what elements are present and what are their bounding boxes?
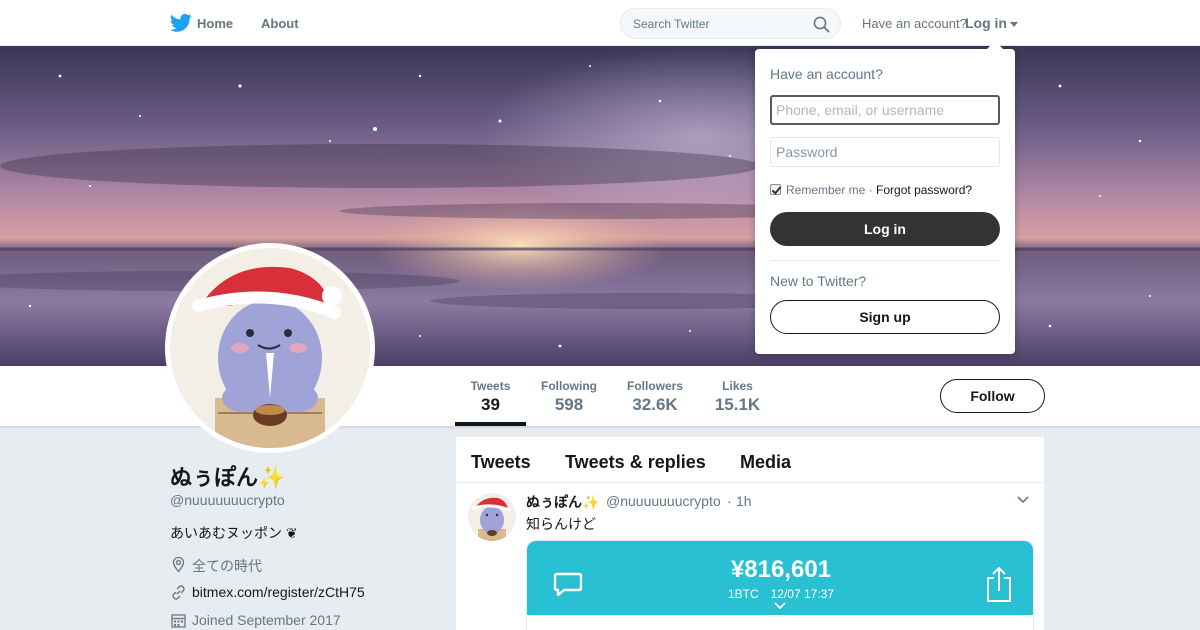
- stat-label: Likes: [722, 379, 753, 393]
- login-button[interactable]: Log in: [770, 212, 1000, 246]
- nav-home-link[interactable]: Home: [197, 16, 233, 31]
- profile-handle[interactable]: @nuuuuuuucrypto: [170, 492, 285, 508]
- stat-value: 32.6K: [632, 395, 678, 414]
- stat-label: Following: [541, 379, 597, 393]
- calendar-icon: [171, 614, 186, 628]
- timeline: Tweets Tweets & replies Media ぬぅぽん✨ @nuu…: [456, 437, 1044, 630]
- stat-label: Tweets: [470, 379, 511, 393]
- location-text: 全ての時代: [192, 558, 262, 574]
- caret-down-icon: [1010, 21, 1018, 27]
- card-amount: ¥816,601: [730, 556, 832, 583]
- tab-media[interactable]: Media: [740, 452, 791, 473]
- tweet[interactable]: ぬぅぽん✨ @nuuuuuuucrypto · 1h 知らんけど ¥816,60…: [456, 483, 1044, 630]
- stat-value: 15.1K: [714, 395, 761, 414]
- timeline-tabs: Tweets Tweets & replies Media: [456, 437, 1044, 483]
- tweet-avatar[interactable]: [468, 493, 516, 541]
- login-toggle-label: Log in: [965, 15, 1007, 31]
- password-field[interactable]: [770, 137, 1000, 167]
- remember-me-checkbox[interactable]: [770, 184, 781, 195]
- tweet-author-name[interactable]: ぬぅぽん✨: [526, 492, 599, 512]
- tab-tweets-and-replies[interactable]: Tweets & replies: [565, 452, 706, 473]
- stat-tweets[interactable]: Tweets 39: [455, 366, 526, 426]
- stat-followers[interactable]: Followers 32.6K: [623, 366, 687, 426]
- link-icon: [172, 585, 185, 600]
- tab-tweets[interactable]: Tweets: [471, 452, 531, 473]
- signup-button[interactable]: Sign up: [770, 300, 1000, 334]
- stat-value: 39: [481, 395, 500, 414]
- tweet-separator: ·: [727, 493, 732, 509]
- remember-separator: ·: [868, 183, 873, 197]
- card-subtitle: 1BTC 12/07 17:37: [727, 587, 835, 601]
- search-icon[interactable]: [813, 16, 830, 33]
- twitter-bird-icon[interactable]: [170, 13, 192, 33]
- stat-following[interactable]: Following 598: [537, 366, 601, 426]
- remember-me-row: Remember me · Forgot password?: [770, 183, 972, 197]
- chevron-down-icon[interactable]: [1016, 495, 1030, 505]
- stat-label: Followers: [626, 379, 683, 393]
- new-to-twitter-text: New to Twitter?: [770, 273, 867, 289]
- profile-name: ぬぅぽん✨: [170, 465, 286, 490]
- tweet-media-card[interactable]: ¥816,601 1BTC 12/07 17:37: [526, 540, 1034, 630]
- profile-avatar[interactable]: [165, 243, 375, 453]
- url-text[interactable]: bitmex.com/register/zCtH75: [192, 584, 365, 600]
- card-lower-panel: [527, 615, 1033, 630]
- share-icon: [987, 566, 1011, 602]
- stat-likes[interactable]: Likes 15.1K: [708, 366, 767, 426]
- chevron-down-icon: [774, 602, 786, 610]
- divider: [770, 260, 1000, 261]
- tweet-timestamp[interactable]: 1h: [736, 493, 752, 509]
- tweet-avatar-image: [468, 493, 516, 541]
- remember-me-label[interactable]: Remember me: [786, 183, 865, 197]
- nav-about-link[interactable]: About: [261, 16, 299, 31]
- forgot-password-link[interactable]: Forgot password?: [876, 183, 972, 197]
- avatar-santa-creature-image: [170, 248, 370, 448]
- top-navigation-bar: Home About Have an account? Log in: [0, 0, 1200, 46]
- search-input[interactable]: [633, 15, 808, 33]
- stat-value: 598: [554, 395, 584, 414]
- follow-button[interactable]: Follow: [940, 379, 1045, 413]
- login-dropdown: Have an account? Remember me · Forgot pa…: [755, 41, 1015, 354]
- profile-bio: あいあむヌッポン ❦: [170, 525, 298, 541]
- joined-text: Joined September 2017: [192, 612, 341, 628]
- have-account-text: Have an account?: [862, 16, 967, 31]
- tweet-text: 知らんけど: [526, 516, 596, 532]
- search-box: [620, 8, 841, 39]
- login-dropdown-toggle[interactable]: Log in: [965, 15, 1018, 31]
- tweet-author-handle[interactable]: @nuuuuuuucrypto: [606, 493, 721, 509]
- username-field[interactable]: [770, 95, 1000, 125]
- login-dropdown-title: Have an account?: [770, 66, 883, 82]
- location-pin-icon: [172, 556, 185, 573]
- card-price-panel: ¥816,601 1BTC 12/07 17:37: [527, 541, 1033, 615]
